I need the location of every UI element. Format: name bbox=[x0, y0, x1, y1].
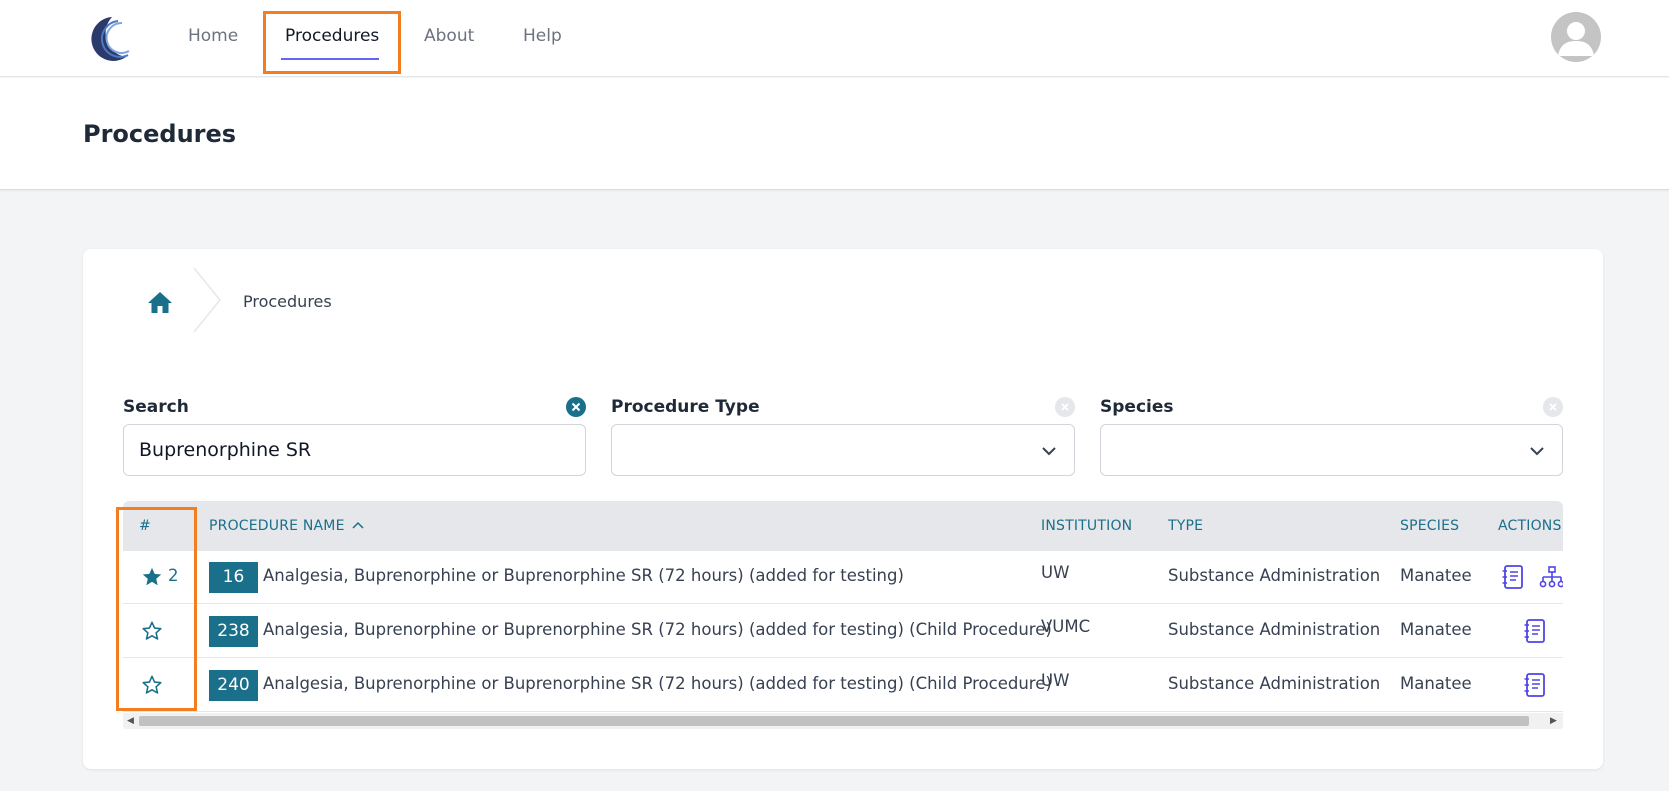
table-row[interactable]: 240 Analgesia, Buprenorphine or Buprenor… bbox=[123, 659, 1563, 712]
horizontal-scrollbar[interactable]: ◀ ▶ bbox=[123, 713, 1563, 729]
clear-procedure-type-icon[interactable] bbox=[1055, 397, 1075, 417]
col-procedure-name-label: PROCEDURE NAME bbox=[209, 518, 345, 534]
procedure-name[interactable]: Analgesia, Buprenorphine or Buprenorphin… bbox=[263, 566, 904, 585]
type: Substance Administration bbox=[1168, 620, 1381, 639]
notebook-icon[interactable] bbox=[1523, 618, 1547, 644]
institution: VUMC bbox=[1041, 617, 1091, 636]
scroll-left-icon[interactable]: ◀ bbox=[127, 716, 134, 726]
procedure-id-badge[interactable]: 16 bbox=[209, 562, 258, 593]
breadcrumb-separator bbox=[193, 268, 221, 332]
chevron-down-icon bbox=[1042, 447, 1056, 456]
breadcrumb-current: Procedures bbox=[243, 292, 332, 311]
page-title: Procedures bbox=[83, 120, 237, 148]
species: Manatee bbox=[1400, 620, 1472, 639]
notebook-icon[interactable] bbox=[1523, 672, 1547, 698]
nav-about[interactable]: About bbox=[424, 26, 474, 46]
procedure-id-badge[interactable]: 240 bbox=[209, 670, 258, 701]
home-icon[interactable] bbox=[147, 290, 173, 314]
page-header bbox=[0, 78, 1669, 190]
col-institution[interactable]: INSTITUTION bbox=[1041, 518, 1132, 534]
procedures-table: # PROCEDURE NAME INSTITUTION TYPE SPECIE… bbox=[123, 501, 1563, 731]
highlight-nav-procedures bbox=[263, 11, 401, 74]
user-avatar-icon[interactable] bbox=[1551, 12, 1601, 62]
sort-ascending-icon bbox=[352, 521, 364, 529]
col-species[interactable]: SPECIES bbox=[1400, 518, 1459, 534]
table-row[interactable]: 2 16 Analgesia, Buprenorphine or Bupreno… bbox=[123, 551, 1563, 604]
top-nav: Home Procedures About Help bbox=[0, 0, 1669, 77]
species: Manatee bbox=[1400, 566, 1472, 585]
chevron-down-icon bbox=[1530, 447, 1544, 456]
highlight-star-column bbox=[116, 507, 197, 711]
notebook-icon[interactable] bbox=[1501, 564, 1525, 590]
clear-species-icon[interactable] bbox=[1543, 397, 1563, 417]
col-type[interactable]: TYPE bbox=[1168, 518, 1203, 534]
institution: UW bbox=[1041, 563, 1070, 582]
procedure-id-badge[interactable]: 238 bbox=[209, 616, 258, 647]
search-value: Buprenorphine SR bbox=[139, 439, 312, 461]
procedure-name[interactable]: Analgesia, Buprenorphine or Buprenorphin… bbox=[263, 674, 1052, 693]
species: Manatee bbox=[1400, 674, 1472, 693]
sitemap-icon[interactable] bbox=[1539, 564, 1563, 590]
procedure-type-label: Procedure Type bbox=[611, 397, 760, 417]
nav-help[interactable]: Help bbox=[523, 26, 562, 46]
col-actions: ACTIONS bbox=[1498, 518, 1562, 534]
institution: UW bbox=[1041, 671, 1070, 690]
procedure-type-select[interactable] bbox=[611, 424, 1075, 476]
scrollbar-thumb[interactable] bbox=[139, 716, 1529, 726]
table-row[interactable]: 238 Analgesia, Buprenorphine or Buprenor… bbox=[123, 605, 1563, 658]
col-procedure-name[interactable]: PROCEDURE NAME bbox=[209, 518, 365, 534]
nav-home[interactable]: Home bbox=[188, 26, 238, 46]
logo-icon[interactable] bbox=[82, 13, 130, 63]
species-label: Species bbox=[1100, 397, 1174, 417]
type: Substance Administration bbox=[1168, 674, 1381, 693]
table-header: # PROCEDURE NAME INSTITUTION TYPE SPECIE… bbox=[123, 501, 1563, 551]
species-select[interactable] bbox=[1100, 424, 1563, 476]
type: Substance Administration bbox=[1168, 566, 1381, 585]
procedure-name[interactable]: Analgesia, Buprenorphine or Buprenorphin… bbox=[263, 620, 1052, 639]
clear-search-icon[interactable] bbox=[566, 397, 586, 417]
search-input[interactable]: Buprenorphine SR bbox=[123, 424, 586, 476]
search-label: Search bbox=[123, 397, 189, 417]
scroll-right-icon[interactable]: ▶ bbox=[1550, 716, 1557, 726]
